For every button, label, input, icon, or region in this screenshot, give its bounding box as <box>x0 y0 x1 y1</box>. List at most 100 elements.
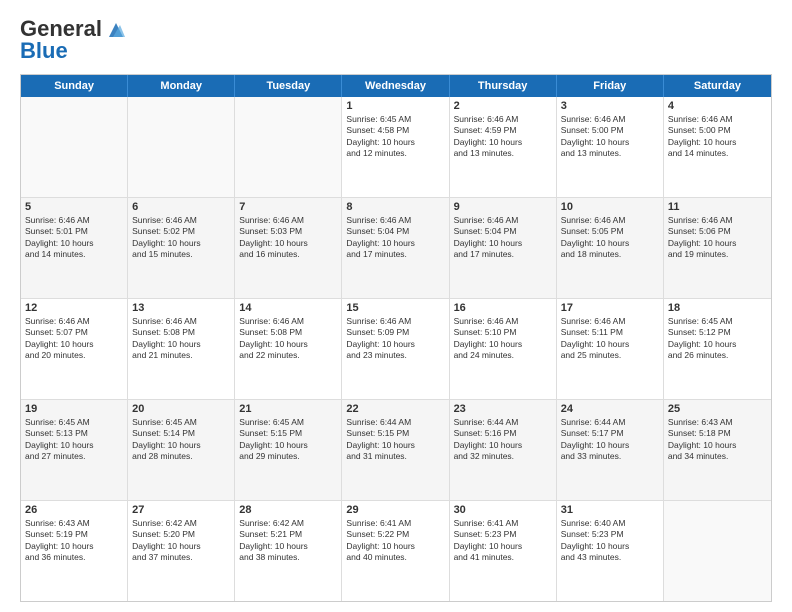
day-cell-7: 7 Sunrise: 6:46 AMSunset: 5:03 PMDaylight… <box>235 198 342 298</box>
day-number: 1 <box>346 100 444 112</box>
calendar-header: SundayMondayTuesdayWednesdayThursdayFrid… <box>21 75 771 97</box>
day-cell-15: 15 Sunrise: 6:46 AMSunset: 5:09 PMDayligh… <box>342 299 449 399</box>
day-cell-16: 16 Sunrise: 6:46 AMSunset: 5:10 PMDayligh… <box>450 299 557 399</box>
cell-info: Sunrise: 6:44 AMSunset: 5:15 PMDaylight:… <box>346 417 444 463</box>
day-number: 12 <box>25 302 123 314</box>
day-number: 13 <box>132 302 230 314</box>
day-number: 23 <box>454 403 552 415</box>
day-cell-18: 18 Sunrise: 6:45 AMSunset: 5:12 PMDayligh… <box>664 299 771 399</box>
cell-info: Sunrise: 6:46 AMSunset: 5:03 PMDaylight:… <box>239 215 337 261</box>
day-cell-9: 9Sunrise: 6:46 AMSunset: 5:04 PMDaylight… <box>450 198 557 298</box>
cell-info: Sunrise: 6:45 AMSunset: 5:15 PMDaylight:… <box>239 417 337 463</box>
cell-info: Sunrise: 6:45 AMSunset: 4:58 PMDaylight:… <box>346 114 444 160</box>
day-cell-24: 24 Sunrise: 6:44 AMSunset: 5:17 PMDayligh… <box>557 400 664 500</box>
cell-info: Sunrise: 6:46 AMSunset: 5:00 PMDaylight:… <box>561 114 659 160</box>
day-number: 18 <box>668 302 767 314</box>
day-number: 28 <box>239 504 337 516</box>
day-cell-1: 1 Sunrise: 6:45 AMSunset: 4:58 PMDaylight… <box>342 97 449 197</box>
day-number: 29 <box>346 504 444 516</box>
day-cell-30: 30 Sunrise: 6:41 AMSunset: 5:23 PMDayligh… <box>450 501 557 601</box>
day-cell-19: 19 Sunrise: 6:45 AMSunset: 5:13 PMDayligh… <box>21 400 128 500</box>
day-cell-8: 8 Sunrise: 6:46 AMSunset: 5:04 PMDaylight… <box>342 198 449 298</box>
day-number: 24 <box>561 403 659 415</box>
day-cell-3: 3 Sunrise: 6:46 AMSunset: 5:00 PMDaylight… <box>557 97 664 197</box>
day-number: 26 <box>25 504 123 516</box>
day-cell-23: 23 Sunrise: 6:44 AMSunset: 5:16 PMDayligh… <box>450 400 557 500</box>
day-number: 22 <box>346 403 444 415</box>
day-number: 17 <box>561 302 659 314</box>
cell-info: Sunrise: 6:46 AMSunset: 5:04 PMDaylight:… <box>454 215 552 261</box>
calendar-row-2: 12 Sunrise: 6:46 AMSunset: 5:07 PMDayligh… <box>21 299 771 400</box>
cell-info: Sunrise: 6:46 AMSunset: 5:07 PMDaylight:… <box>25 316 123 362</box>
day-cell-4: 4 Sunrise: 6:46 AMSunset: 5:00 PMDaylight… <box>664 97 771 197</box>
cell-info: Sunrise: 6:45 AMSunset: 5:13 PMDaylight:… <box>25 417 123 463</box>
day-cell-22: 22 Sunrise: 6:44 AMSunset: 5:15 PMDayligh… <box>342 400 449 500</box>
day-number: 7 <box>239 201 337 213</box>
day-number: 19 <box>25 403 123 415</box>
cell-info: Sunrise: 6:46 AMSunset: 5:11 PMDaylight:… <box>561 316 659 362</box>
day-cell-29: 29 Sunrise: 6:41 AMSunset: 5:22 PMDayligh… <box>342 501 449 601</box>
logo-icon <box>105 19 127 39</box>
day-cell-26: 26 Sunrise: 6:43 AMSunset: 5:19 PMDayligh… <box>21 501 128 601</box>
empty-cell-0-1 <box>128 97 235 197</box>
cell-info: Sunrise: 6:44 AMSunset: 5:16 PMDaylight:… <box>454 417 552 463</box>
cell-info: Sunrise: 6:46 AMSunset: 4:59 PMDaylight:… <box>454 114 552 160</box>
day-number: 31 <box>561 504 659 516</box>
day-cell-25: 25Sunrise: 6:43 AMSunset: 5:18 PMDayligh… <box>664 400 771 500</box>
cell-info: Sunrise: 6:46 AMSunset: 5:08 PMDaylight:… <box>132 316 230 362</box>
day-cell-31: 31Sunrise: 6:40 AMSunset: 5:23 PMDayligh… <box>557 501 664 601</box>
day-number: 3 <box>561 100 659 112</box>
cell-info: Sunrise: 6:41 AMSunset: 5:23 PMDaylight:… <box>454 518 552 564</box>
day-number: 30 <box>454 504 552 516</box>
day-cell-28: 28 Sunrise: 6:42 AMSunset: 5:21 PMDayligh… <box>235 501 342 601</box>
empty-cell-0-2 <box>235 97 342 197</box>
empty-cell-0-0 <box>21 97 128 197</box>
day-number: 2 <box>454 100 552 112</box>
day-number: 8 <box>346 201 444 213</box>
cell-info: Sunrise: 6:43 AMSunset: 5:19 PMDaylight:… <box>25 518 123 564</box>
day-number: 27 <box>132 504 230 516</box>
day-number: 15 <box>346 302 444 314</box>
day-number: 21 <box>239 403 337 415</box>
page: General Blue SundayMondayTuesdayWednesda… <box>0 0 792 612</box>
cell-info: Sunrise: 6:45 AMSunset: 5:12 PMDaylight:… <box>668 316 767 362</box>
header: General Blue <box>20 16 772 64</box>
cell-info: Sunrise: 6:46 AMSunset: 5:08 PMDaylight:… <box>239 316 337 362</box>
cell-info: Sunrise: 6:45 AMSunset: 5:14 PMDaylight:… <box>132 417 230 463</box>
day-number: 16 <box>454 302 552 314</box>
calendar-row-4: 26 Sunrise: 6:43 AMSunset: 5:19 PMDayligh… <box>21 501 771 601</box>
cell-info: Sunrise: 6:46 AMSunset: 5:09 PMDaylight:… <box>346 316 444 362</box>
day-number: 4 <box>668 100 767 112</box>
cell-info: Sunrise: 6:42 AMSunset: 5:20 PMDaylight:… <box>132 518 230 564</box>
cell-info: Sunrise: 6:46 AMSunset: 5:00 PMDaylight:… <box>668 114 767 160</box>
day-number: 20 <box>132 403 230 415</box>
day-number: 14 <box>239 302 337 314</box>
day-number: 25 <box>668 403 767 415</box>
cell-info: Sunrise: 6:46 AMSunset: 5:10 PMDaylight:… <box>454 316 552 362</box>
calendar-row-3: 19 Sunrise: 6:45 AMSunset: 5:13 PMDayligh… <box>21 400 771 501</box>
day-number: 11 <box>668 201 767 213</box>
calendar: SundayMondayTuesdayWednesdayThursdayFrid… <box>20 74 772 602</box>
day-cell-20: 20 Sunrise: 6:45 AMSunset: 5:14 PMDayligh… <box>128 400 235 500</box>
day-cell-5: 5Sunrise: 6:46 AMSunset: 5:01 PMDaylight… <box>21 198 128 298</box>
day-number: 10 <box>561 201 659 213</box>
cell-info: Sunrise: 6:46 AMSunset: 5:04 PMDaylight:… <box>346 215 444 261</box>
weekday-header-sunday: Sunday <box>21 75 128 97</box>
cell-info: Sunrise: 6:46 AMSunset: 5:06 PMDaylight:… <box>668 215 767 261</box>
cell-info: Sunrise: 6:41 AMSunset: 5:22 PMDaylight:… <box>346 518 444 564</box>
empty-cell-4-6 <box>664 501 771 601</box>
day-cell-6: 6Sunrise: 6:46 AMSunset: 5:02 PMDaylight… <box>128 198 235 298</box>
day-cell-17: 17 Sunrise: 6:46 AMSunset: 5:11 PMDayligh… <box>557 299 664 399</box>
day-cell-14: 14 Sunrise: 6:46 AMSunset: 5:08 PMDayligh… <box>235 299 342 399</box>
cell-info: Sunrise: 6:42 AMSunset: 5:21 PMDaylight:… <box>239 518 337 564</box>
calendar-body: 1 Sunrise: 6:45 AMSunset: 4:58 PMDaylight… <box>21 97 771 601</box>
cell-info: Sunrise: 6:46 AMSunset: 5:01 PMDaylight:… <box>25 215 123 261</box>
logo-blue: Blue <box>20 38 68 64</box>
cell-info: Sunrise: 6:46 AMSunset: 5:05 PMDaylight:… <box>561 215 659 261</box>
cell-info: Sunrise: 6:44 AMSunset: 5:17 PMDaylight:… <box>561 417 659 463</box>
calendar-row-0: 1 Sunrise: 6:45 AMSunset: 4:58 PMDaylight… <box>21 97 771 198</box>
day-cell-21: 21 Sunrise: 6:45 AMSunset: 5:15 PMDayligh… <box>235 400 342 500</box>
day-cell-2: 2 Sunrise: 6:46 AMSunset: 4:59 PMDaylight… <box>450 97 557 197</box>
day-cell-10: 10 Sunrise: 6:46 AMSunset: 5:05 PMDayligh… <box>557 198 664 298</box>
calendar-row-1: 5Sunrise: 6:46 AMSunset: 5:01 PMDaylight… <box>21 198 771 299</box>
